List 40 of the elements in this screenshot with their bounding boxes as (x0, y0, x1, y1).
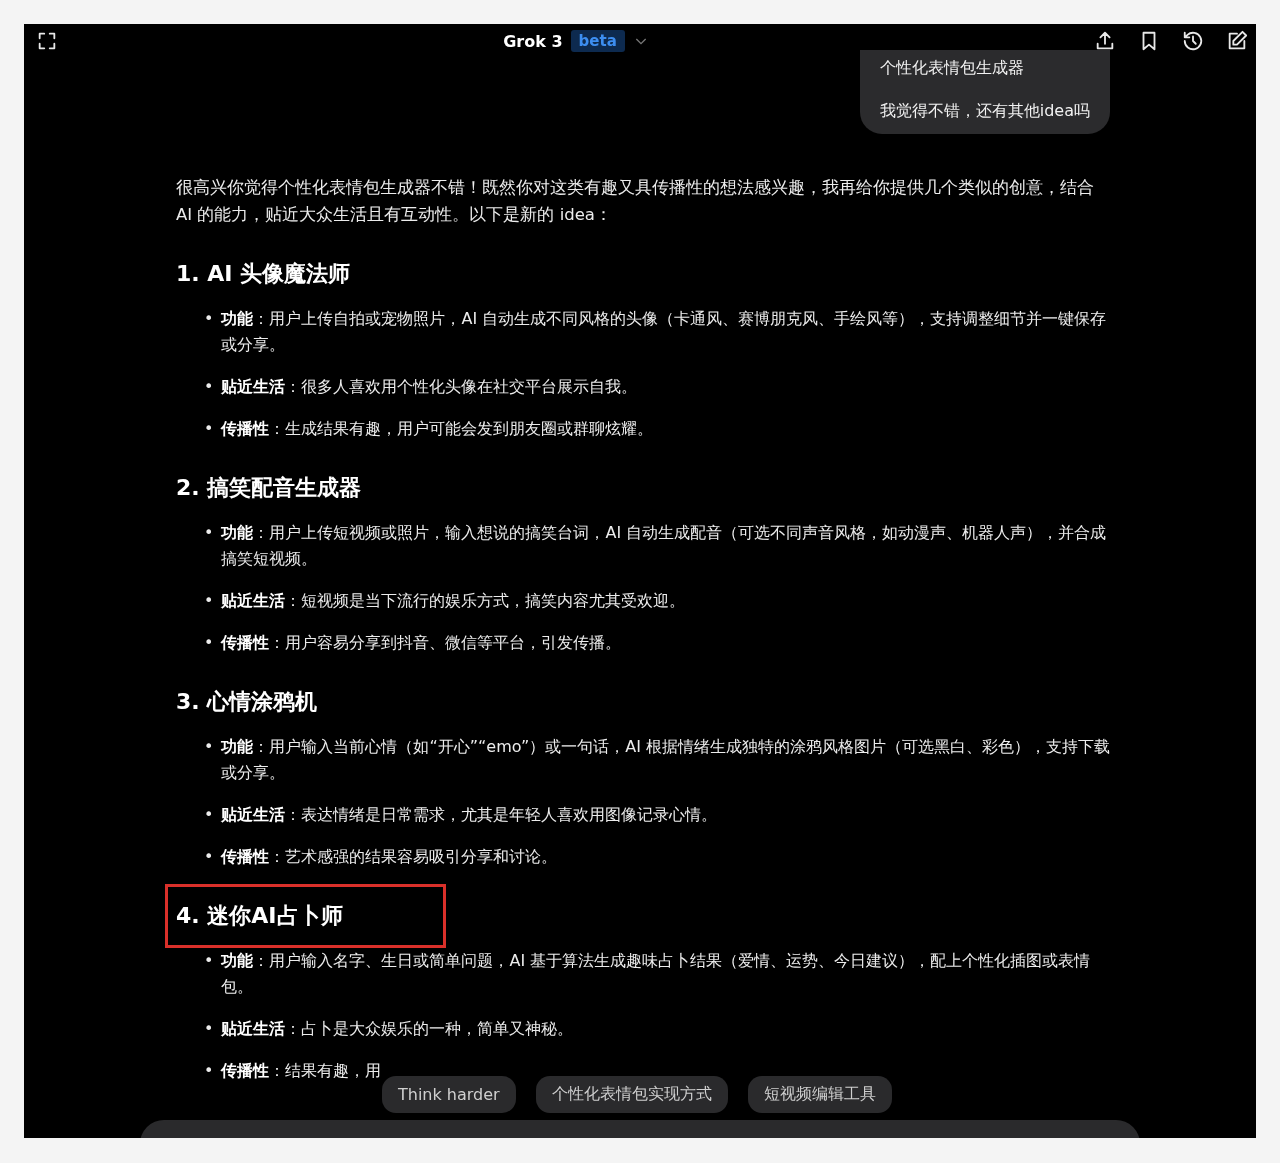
bullet-marker: • (204, 522, 214, 544)
bullet-marker: • (204, 846, 214, 868)
bullet-item: 传播性：用户容易分享到抖音、微信等平台，引发传播。 (221, 632, 622, 654)
beta-badge: beta (570, 30, 625, 52)
expand-icon[interactable] (36, 30, 58, 52)
suggestion-chip[interactable]: 短视频编辑工具 (747, 1076, 892, 1113)
bullet-item: 传播性：艺术感强的结果容易吸引分享和讨论。 (221, 846, 558, 868)
bullet-marker: • (204, 308, 214, 330)
edit-icon[interactable] (1226, 30, 1248, 52)
bullet-item: 贴近生活：占卜是大众娱乐的一种，简单又神秘。 (221, 1018, 574, 1040)
suggestion-chip[interactable]: 个性化表情包实现方式 (535, 1076, 728, 1113)
history-icon[interactable] (1182, 30, 1204, 52)
upload-icon[interactable] (1094, 30, 1116, 52)
bullet-marker: • (204, 804, 214, 826)
bullet-item: 功能：用户上传短视频或照片，输入想说的搞笑台词，AI 自动生成配音（可选不同声音风格，如动漫声、机器人声），并合成搞笑短视频。 (221, 522, 1108, 570)
section-heading: 1. AI 头像魔法师 (175, 260, 352, 288)
model-name[interactable]: Grok 3 (503, 31, 563, 51)
bullet-marker: • (204, 376, 214, 398)
bullet-marker: • (204, 632, 214, 654)
bullet-item: 传播性：结果有趣，用 (221, 1060, 382, 1082)
bullet-item: 功能：用户输入当前心情（如“开心”“emo”）或一句话，AI 根据情绪生成独特的涂鸦风格图片（可选黑白、彩色），支持下载或分享。 (221, 736, 1110, 784)
bullet-item: 贴近生活：短视频是当下流行的娱乐方式，搞笑内容尤其受欢迎。 (221, 590, 686, 612)
highlighted-heading: 4. 迷你AI占卜师 (165, 884, 446, 948)
reply-paragraph: 很高兴你觉得个性化表情包生成器不错！既然你对这类有趣又具传播性的想法感兴趣，我再给你提供几个类似的创意，结合 AI 的能力，贴近大众生活且有互动性。以下是新的 idea： (176, 177, 1095, 226)
bullet-item: 功能：用户输入名字、生日或简单问题，AI 基于算法生成趣味占卜结果（爱情、运势、今日建议），配上个性化插图或表情包。 (221, 950, 1092, 998)
bullet-marker: • (204, 736, 214, 758)
section-heading: 3. 心情涂鸦机 (175, 688, 319, 716)
user-message-text: 个性化表情包生成器 (879, 58, 1025, 79)
bullet-marker: • (204, 1060, 214, 1082)
user-message-text: 我觉得不错，还有其他idea吗 (879, 101, 1090, 122)
bullet-marker: • (204, 950, 214, 972)
bullet-item: 传播性：生成结果有趣，用户可能会发到朋友圈或群聊炫耀。 (221, 418, 654, 440)
bullet-marker: • (204, 590, 214, 612)
section-heading: 2. 搞笑配音生成器 (175, 474, 363, 502)
bullet-marker: • (204, 1018, 214, 1040)
suggestion-chip[interactable]: Think harder (382, 1076, 516, 1113)
bullet-item: 功能：用户上传自拍或宠物照片，AI 自动生成不同风格的头像（卡通风、赛博朋克风、手绘风等），支持调整细节并一键保存或分享。 (221, 308, 1108, 356)
bullet-item: 贴近生活：很多人喜欢用个性化头像在社交平台展示自我。 (221, 376, 638, 398)
bullet-marker: • (204, 418, 214, 440)
bullet-item: 贴近生活：表达情绪是日常需求，尤其是年轻人喜欢用图像记录心情。 (221, 804, 718, 826)
